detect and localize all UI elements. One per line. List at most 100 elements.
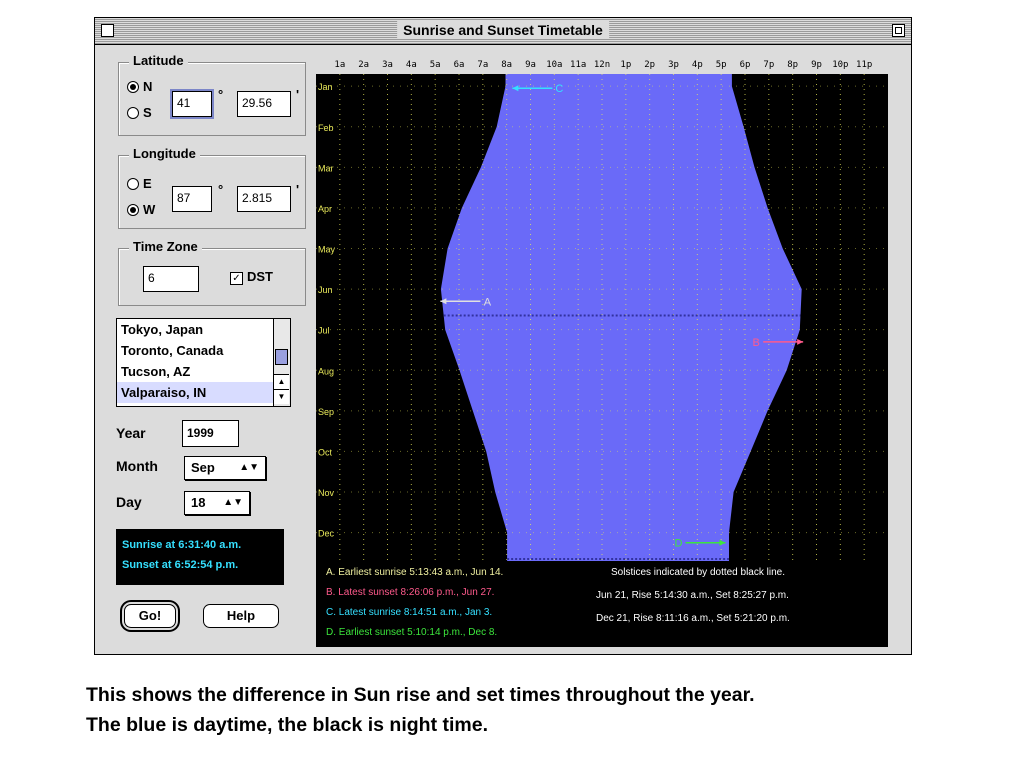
month-label: Jul — [318, 326, 330, 336]
longitude-e-radio[interactable]: E — [127, 176, 152, 191]
caption: This shows the difference in Sun rise an… — [86, 680, 986, 740]
longitude-minutes-field[interactable]: 2.815 — [237, 186, 291, 212]
x-tick-label: 6a — [454, 60, 465, 70]
latitude-s-radio[interactable]: S — [127, 105, 152, 120]
marker-label: B — [752, 337, 759, 349]
latitude-minutes-field[interactable]: 29.56 — [237, 91, 291, 117]
dec-solstice: Dec 21, Rise 8:11:16 a.m., Set 5:21:20 p… — [596, 613, 790, 624]
month-label: Aug — [318, 366, 334, 376]
city-item[interactable]: Toronto, Canada — [117, 340, 290, 361]
x-tick-label: 2p — [644, 60, 655, 70]
caption-line-1: This shows the difference in Sun rise an… — [86, 684, 755, 706]
latitude-n-radio[interactable]: N — [127, 79, 152, 94]
solstice-note: Solstices indicated by dotted black line… — [611, 567, 785, 578]
month-label: Feb — [318, 123, 334, 133]
x-tick-label: 12n — [594, 60, 610, 70]
latitude-label: Latitude — [129, 53, 188, 68]
x-tick-label: 7a — [477, 60, 488, 70]
longitude-group: Longitude E W 87 ° 2.815 ' — [118, 146, 306, 229]
x-tick-label: 8p — [787, 60, 798, 70]
year-label: Year — [116, 425, 146, 441]
x-tick-label: 9a — [525, 60, 536, 70]
longitude-degrees-field[interactable]: 87 — [172, 186, 212, 212]
scroll-down-arrow-icon[interactable]: ▼ — [274, 389, 289, 404]
city-item[interactable]: Tucson, AZ — [117, 361, 290, 382]
legend-item-b: B. Latest sunset 8:26:06 p.m., Jun 27. — [326, 587, 495, 598]
chart-svg: 1a 2a 3a 4a 5a 6a 7a 8a 9a 10a 11a 12n 1p 2p 3p 4p 5p 6p 7… — [316, 52, 888, 561]
minute-symbol: ' — [296, 182, 300, 197]
x-tick-label: 7p — [763, 60, 774, 70]
x-tick-label: 10a — [546, 60, 562, 70]
month-label: Oct — [318, 447, 333, 457]
month-select[interactable]: Sep ▲▼ — [184, 456, 266, 480]
chart-legend: A. Earliest sunrise 5:13:43 a.m., Jun 14… — [316, 561, 888, 647]
city-item-selected[interactable]: Valparaiso, IN — [117, 382, 290, 403]
month-label: Jun — [318, 285, 333, 295]
degree-symbol: ° — [218, 87, 224, 102]
marker-label: D — [674, 538, 682, 550]
city-scrollbar[interactable]: ▲ ▼ — [273, 319, 290, 406]
marker-label: A — [484, 296, 492, 308]
x-tick-label: 5a — [430, 60, 441, 70]
radio-indicator — [127, 106, 139, 119]
updown-arrow-icon: ▲▼ — [239, 462, 259, 473]
title-bar[interactable]: Sunrise and Sunset Timetable — [95, 18, 911, 45]
scroll-thumb[interactable] — [275, 349, 288, 365]
radio-indicator — [127, 80, 139, 93]
month-label: Jan — [318, 82, 333, 92]
x-tick-label: 9p — [811, 60, 822, 70]
updown-arrow-icon: ▲▼ — [223, 497, 243, 508]
month-label: Dec — [318, 529, 335, 539]
marker-label: C — [555, 83, 563, 95]
x-tick-label: 4a — [406, 60, 417, 70]
dst-checkbox[interactable]: ✓ — [230, 272, 243, 285]
caption-line-2: The blue is daytime, the black is night … — [86, 714, 489, 736]
month-label: May — [318, 245, 336, 255]
timezone-group: Time Zone 6 ✓ DST — [118, 239, 306, 306]
day-select[interactable]: 18 ▲▼ — [184, 491, 250, 515]
x-tick-label: 3a — [382, 60, 393, 70]
longitude-label: Longitude — [129, 146, 200, 161]
x-tick-label: 6p — [740, 60, 751, 70]
degree-symbol: ° — [218, 182, 224, 197]
minute-symbol: ' — [296, 87, 300, 102]
window-title: Sunrise and Sunset Timetable — [397, 21, 609, 39]
city-list[interactable]: Tokyo, Japan Toronto, Canada Tucson, AZ … — [116, 318, 291, 407]
timetable-window: Sunrise and Sunset Timetable Latitude N … — [94, 17, 912, 655]
scroll-up-arrow-icon[interactable]: ▲ — [274, 374, 289, 389]
day-label: Day — [116, 494, 142, 510]
x-tick-label: 1p — [620, 60, 631, 70]
x-tick-label: 8a — [501, 60, 512, 70]
x-tick-label: 11a — [570, 60, 586, 70]
legend-item-a: A. Earliest sunrise 5:13:43 a.m., Jun 14… — [326, 567, 504, 578]
legend-item-d: D. Earliest sunset 5:10:14 p.m., Dec 8. — [326, 627, 498, 638]
month-label: Apr — [318, 204, 332, 214]
zoom-box[interactable] — [892, 24, 905, 37]
x-tick-label: 5p — [716, 60, 727, 70]
timezone-label: Time Zone — [129, 239, 202, 254]
timezone-field[interactable]: 6 — [143, 266, 199, 292]
month-label: Nov — [318, 488, 335, 498]
jun-solstice: Jun 21, Rise 5:14:30 a.m., Set 8:25:27 p… — [596, 590, 789, 601]
radio-indicator — [127, 177, 139, 190]
longitude-w-radio[interactable]: W — [127, 202, 155, 217]
x-tick-label: 3p — [668, 60, 679, 70]
month-label: Sep — [318, 407, 334, 417]
x-tick-label: 4p — [692, 60, 703, 70]
help-button[interactable]: Help — [203, 604, 279, 628]
sunset-result: Sunset at 6:52:54 p.m. — [122, 559, 239, 571]
go-button[interactable]: Go! — [124, 604, 176, 628]
sunrise-result: Sunrise at 6:31:40 a.m. — [122, 539, 242, 551]
month-label: Mar — [318, 163, 334, 173]
year-field[interactable]: 1999 — [182, 420, 239, 447]
latitude-group: Latitude N S 41 ° 29.56 ' — [118, 53, 306, 136]
close-box[interactable] — [101, 24, 114, 37]
x-tick-label: 2a — [358, 60, 369, 70]
legend-item-c: C. Latest sunrise 8:14:51 a.m., Jan 3. — [326, 607, 493, 618]
x-tick-label: 11p — [856, 60, 872, 70]
x-tick-label: 10p — [832, 60, 848, 70]
radio-indicator — [127, 203, 139, 216]
latitude-degrees-field[interactable]: 41 — [170, 89, 214, 119]
city-item[interactable]: Tokyo, Japan — [117, 319, 290, 340]
month-label: Month — [116, 458, 158, 474]
